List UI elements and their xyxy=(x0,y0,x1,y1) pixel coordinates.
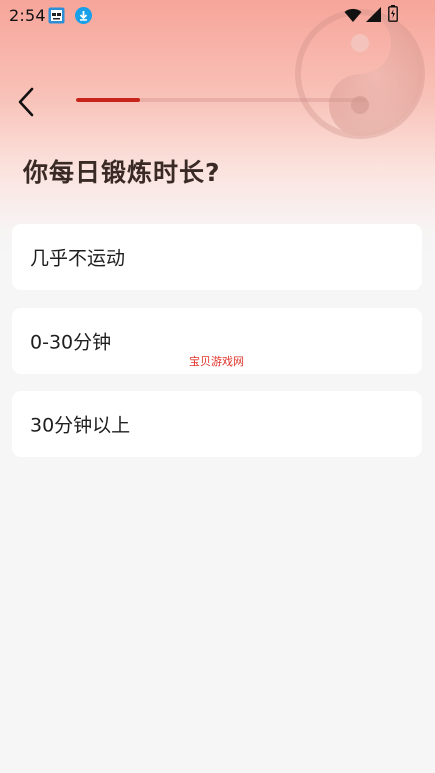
status-time: 2:54 xyxy=(9,6,46,25)
option-label: 0-30分钟 xyxy=(30,331,112,354)
question-title: 你每日锻炼时长? xyxy=(23,158,221,187)
signal-icon xyxy=(366,7,381,22)
app-notification-icon xyxy=(48,7,65,24)
option-label: 几乎不运动 xyxy=(30,247,126,270)
option-card-none[interactable]: 几乎不运动 xyxy=(12,224,422,290)
battery-icon xyxy=(388,5,398,22)
status-bar: 2:54 xyxy=(0,0,435,32)
option-label: 30分钟以上 xyxy=(30,414,131,437)
option-card-30-plus-minutes[interactable]: 30分钟以上 xyxy=(12,391,422,457)
wifi-icon xyxy=(344,8,362,22)
question-progress-bar xyxy=(76,98,366,102)
screen: 2:54 你每日锻炼时长? 几乎不运动 0-30分钟 30分钟以上 宝贝游戏网 xyxy=(0,0,435,773)
download-icon xyxy=(75,7,92,24)
progress-fill xyxy=(76,98,140,102)
back-button[interactable] xyxy=(12,84,44,120)
chevron-left-icon xyxy=(18,87,34,117)
watermark: 宝贝游戏网 xyxy=(189,355,244,368)
